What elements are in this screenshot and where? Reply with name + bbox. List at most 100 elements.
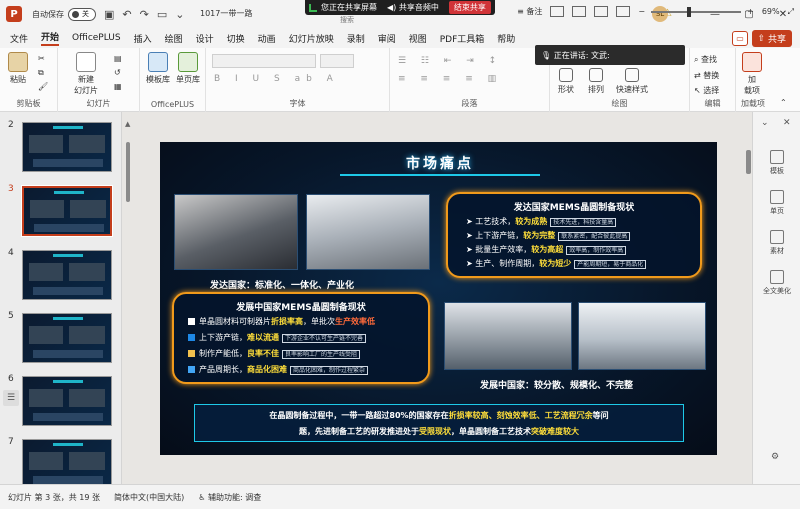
layout-icon[interactable]: ▤ bbox=[114, 54, 122, 63]
cut-icon[interactable]: ✂ bbox=[38, 54, 45, 63]
undo-icon[interactable]: ↶ bbox=[122, 8, 131, 21]
present-icon[interactable]: ▭ bbox=[157, 8, 167, 21]
tab-6[interactable]: 切换 bbox=[227, 32, 245, 45]
audio-share-button[interactable]: ◀) 共享音频中 bbox=[387, 2, 439, 13]
tab-8[interactable]: 幻灯片放映 bbox=[289, 32, 334, 45]
side-panel-item[interactable]: 模板 bbox=[753, 150, 800, 176]
slide-thumbnail[interactable] bbox=[22, 439, 112, 489]
developed-bullet[interactable]: ➤ 上下游产链，较为完整 联系紧密，配合彼此提高 bbox=[466, 230, 631, 241]
section-icon[interactable]: ▦ bbox=[114, 82, 122, 91]
slide-thumbnail[interactable] bbox=[22, 250, 112, 300]
addins-button[interactable]: 加 载项 bbox=[742, 52, 762, 96]
developed-caption[interactable]: 发达国家：标准化、一体化、产业化 bbox=[210, 278, 354, 291]
autosave-toggle[interactable]: 关 bbox=[68, 7, 96, 21]
tab-12[interactable]: PDF工具箱 bbox=[440, 32, 485, 45]
tab-11[interactable]: 视图 bbox=[409, 32, 427, 45]
font-family-dropdown[interactable] bbox=[212, 54, 316, 68]
copy-icon[interactable]: ⧉ bbox=[38, 68, 44, 78]
slide-title[interactable]: 市场痛点 bbox=[406, 153, 474, 173]
thumbnail-scrollbar[interactable] bbox=[126, 142, 130, 202]
font-format-buttons[interactable]: B I U S ab A bbox=[214, 74, 339, 84]
tab-13[interactable]: 帮助 bbox=[497, 32, 515, 45]
developing-bullet[interactable]: 产品周期长，商品化困难 商品化困难，制作过程繁杂 bbox=[188, 364, 369, 375]
zoom-level[interactable]: 69% bbox=[762, 7, 780, 16]
format-painter-icon[interactable]: 🖌 bbox=[38, 82, 48, 91]
arrange-button[interactable]: 排列 bbox=[588, 68, 604, 95]
slide-thumbnail[interactable] bbox=[22, 376, 112, 426]
developed-bullet[interactable]: ➤ 工艺技术，较为成熟 技术先进，科技含量高 bbox=[466, 216, 617, 227]
thumb-block bbox=[29, 135, 63, 153]
side-panel-item[interactable]: 全文美化 bbox=[753, 270, 800, 296]
share-button[interactable]: ⇧ 共享 bbox=[751, 30, 792, 47]
notes-button[interactable]: ≡ 备注 bbox=[517, 6, 542, 17]
reading-view-icon[interactable] bbox=[594, 6, 609, 17]
template-library-button[interactable]: 模板库 bbox=[146, 52, 170, 85]
reset-icon[interactable]: ↺ bbox=[114, 68, 121, 77]
section-menu-icon[interactable]: ☰ bbox=[3, 390, 19, 406]
settings-gear-icon[interactable]: ⚙ bbox=[771, 452, 779, 462]
side-panel-item[interactable]: 单页 bbox=[753, 190, 800, 216]
list-buttons[interactable]: ☰ ☷ ⇤ ⇥ ↕ bbox=[398, 56, 502, 66]
side-panel-item[interactable]: 素材 bbox=[753, 230, 800, 256]
developing-status-panel[interactable]: 发展中国家MEMS晶圆制备现状 单晶圆材料可制器片折损率高，单批次生产效率低 上下… bbox=[172, 292, 430, 384]
wafer-photo[interactable] bbox=[174, 194, 298, 270]
tab-0[interactable]: 文件 bbox=[10, 32, 28, 45]
search-box[interactable]: 搜索 bbox=[340, 15, 354, 25]
current-slide[interactable]: 市场痛点 发达国家：标准化、一体化、产业化 发达国家MEMS晶圆制备现状 ➤ 工… bbox=[160, 142, 717, 455]
align-buttons[interactable]: ≡ ≡ ≡ ≡ ▥ bbox=[398, 74, 502, 84]
normal-view-icon[interactable] bbox=[550, 6, 565, 17]
zoom-slider-knob[interactable] bbox=[687, 6, 692, 17]
developing-caption[interactable]: 发展中国家：较分散、规模化、不完整 bbox=[480, 378, 633, 391]
customize-qat-icon[interactable]: ⌄ bbox=[175, 8, 184, 21]
fit-to-window-icon[interactable]: ⤢ bbox=[788, 7, 794, 17]
slide-thumbnail[interactable] bbox=[21, 185, 113, 237]
quick-style-button[interactable]: 快速样式 bbox=[616, 68, 648, 95]
tab-5[interactable]: 设计 bbox=[196, 32, 214, 45]
tab-3[interactable]: 插入 bbox=[134, 32, 152, 45]
find-button[interactable]: ⌕ 查找 bbox=[694, 54, 717, 65]
developed-bullet[interactable]: ➤ 批量生产效率，较为高超 效率高，制作效率高 bbox=[466, 244, 627, 255]
new-slide-button[interactable]: 新建 幻灯片 bbox=[74, 52, 98, 96]
accessibility-status[interactable]: ♿ 辅助功能: 调查 bbox=[198, 492, 261, 503]
select-button[interactable]: ↖ 选择 bbox=[694, 85, 719, 96]
factory-photo-2[interactable] bbox=[578, 302, 706, 370]
tab-1[interactable]: 开始 bbox=[41, 30, 60, 46]
developing-bullet[interactable]: 上下游产链，难以流通 下游企业不认可生产链不完善 bbox=[188, 332, 367, 343]
slide-sorter-icon[interactable] bbox=[572, 6, 587, 17]
language-status[interactable]: 简体中文(中国大陆) bbox=[114, 492, 184, 503]
tab-2[interactable]: OfficePLUS bbox=[72, 33, 121, 43]
tab-7[interactable]: 动画 bbox=[258, 32, 276, 45]
tab-4[interactable]: 绘图 bbox=[165, 32, 183, 45]
equipment-photo[interactable] bbox=[306, 194, 430, 270]
font-size-dropdown[interactable] bbox=[320, 54, 354, 68]
scroll-up-icon[interactable]: ▲ bbox=[125, 120, 130, 128]
summary-box[interactable]: 在晶圆制备过程中，一带一路超过80%的国家存在折损率较高、刻蚀效率低、工艺流程冗… bbox=[194, 404, 684, 442]
close-panel-icon[interactable]: ✕ bbox=[783, 118, 791, 128]
developing-bullet[interactable]: 单晶圆材料可制器片折损率高，单批次生产效率低 bbox=[188, 316, 375, 327]
tab-9[interactable]: 录制 bbox=[347, 32, 365, 45]
tab-10[interactable]: 审阅 bbox=[378, 32, 396, 45]
stop-share-button[interactable]: 结束共享 bbox=[448, 1, 491, 14]
slide-thumbnail[interactable] bbox=[22, 122, 112, 172]
comments-icon[interactable]: ▭ bbox=[732, 31, 748, 46]
collapse-ribbon-icon[interactable]: ⌃ bbox=[780, 98, 787, 107]
slideshow-view-icon[interactable] bbox=[616, 6, 631, 17]
zoom-out-icon[interactable]: − bbox=[638, 7, 645, 16]
paste-button[interactable]: 粘贴 bbox=[8, 52, 28, 85]
redo-icon[interactable]: ↷ bbox=[140, 8, 149, 21]
replace-button[interactable]: ⇄ 替换 bbox=[694, 70, 719, 81]
shape-button[interactable]: 形状 bbox=[558, 68, 574, 95]
developed-status-panel[interactable]: 发达国家MEMS晶圆制备现状 ➤ 工艺技术，较为成熟 技术先进，科技含量高 ➤ 上下… bbox=[446, 192, 702, 278]
factory-photo-1[interactable] bbox=[444, 302, 572, 370]
save-icon[interactable]: ▣ bbox=[104, 8, 114, 21]
canvas-scrollbar[interactable] bbox=[746, 150, 751, 174]
slides-thumbnail-panel: 2 3 4 5 6 7 bbox=[0, 112, 122, 489]
slide-thumbnail[interactable] bbox=[22, 313, 112, 363]
chevron-down-icon[interactable]: ⌄ bbox=[761, 118, 769, 128]
zoom-slider[interactable] bbox=[651, 6, 742, 17]
template-icon bbox=[148, 52, 168, 72]
developed-bullet[interactable]: ➤ 生产、制作周期，较为短少 产能周期短，易于商品化 bbox=[466, 258, 647, 269]
zoom-in-icon[interactable]: + bbox=[747, 7, 754, 16]
developing-bullet[interactable]: 制作产能低，良率不佳 良率影响工厂的生产线受阻 bbox=[188, 348, 361, 359]
single-page-library-button[interactable]: 单页库 bbox=[176, 52, 200, 85]
